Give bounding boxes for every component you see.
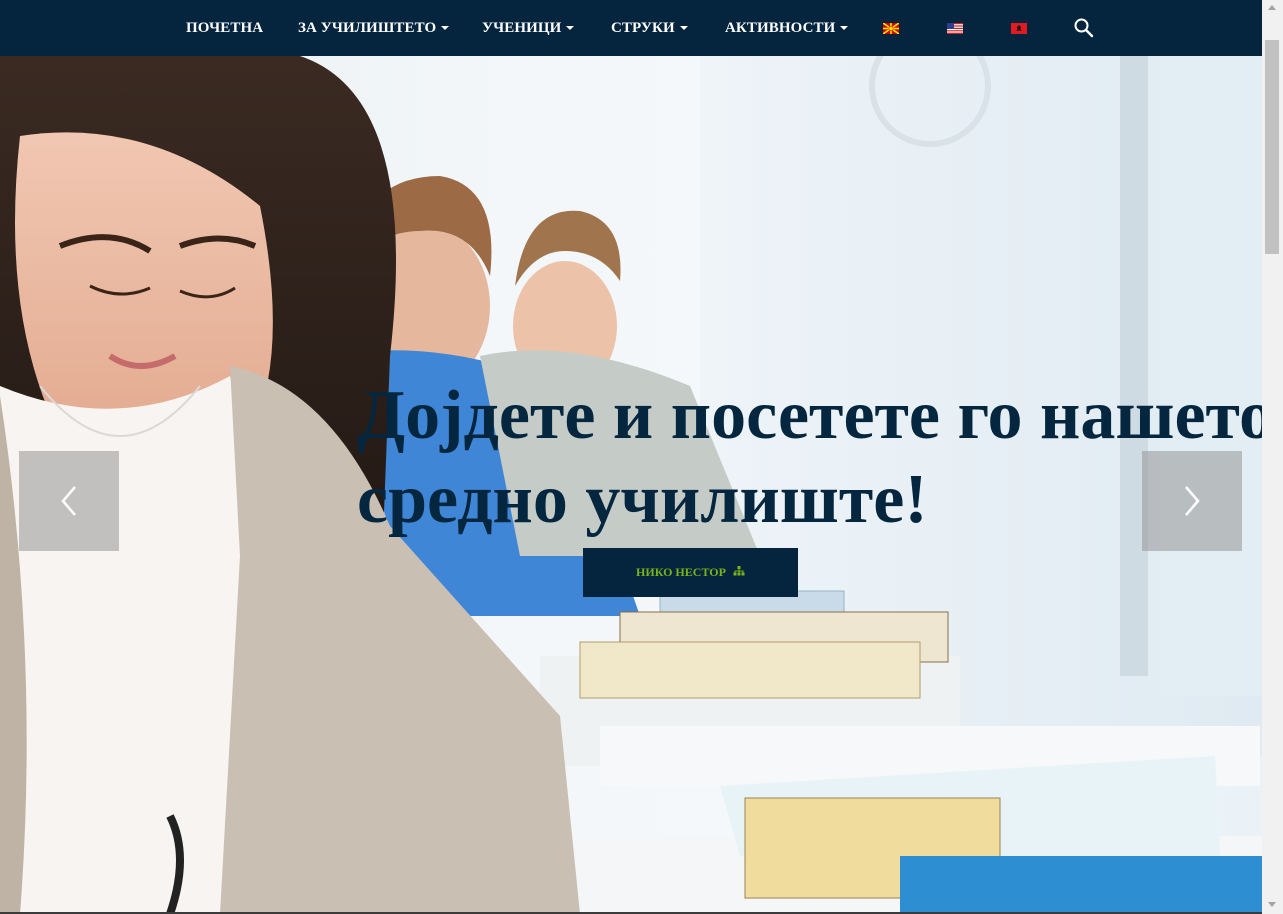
- slider-prev-button[interactable]: [19, 451, 119, 551]
- slide-title-line-2: средно училиште!: [357, 461, 928, 538]
- cta-label: НИКО НЕСТОР: [636, 565, 726, 579]
- nav-item-activities[interactable]: АКТИВНОСТИ: [725, 0, 849, 56]
- chevron-right-icon: [1185, 486, 1200, 516]
- nav-item-label: ЗА УЧИЛИШТЕТО: [298, 20, 437, 36]
- nav-item-students[interactable]: УЧЕНИЦИ: [482, 0, 575, 56]
- chevron-left-icon: [61, 486, 76, 516]
- nav-item-about-school[interactable]: ЗА УЧИЛИШТЕТО: [298, 0, 450, 56]
- caret-down-icon: [441, 25, 450, 30]
- sitemap-icon: [733, 548, 745, 597]
- nav-item-label: АКТИВНОСТИ: [725, 20, 836, 36]
- scroll-down-arrow-icon[interactable]: [1268, 902, 1276, 907]
- flag-macedonia-icon[interactable]: [883, 23, 899, 34]
- nav-item-professions[interactable]: СТРУКИ: [611, 0, 688, 56]
- flag-albania-icon[interactable]: [1011, 23, 1027, 34]
- flag-usa-icon[interactable]: [947, 23, 963, 34]
- hero-slider: Дојдете и посетете го нашето средно учил…: [0, 56, 1262, 914]
- nav-item-label: УЧЕНИЦИ: [482, 20, 562, 36]
- caret-down-icon: [679, 25, 688, 30]
- nav-item-label: ПОЧЕТНА: [186, 20, 264, 36]
- caret-down-icon: [566, 25, 575, 30]
- top-navbar: ПОЧЕТНА ЗА УЧИЛИШТЕТО УЧЕНИЦИ СТРУКИ АКТ…: [0, 0, 1262, 56]
- nav-item-label: СТРУКИ: [611, 20, 675, 36]
- scrollbar-thumb[interactable]: [1265, 40, 1279, 254]
- vertical-scrollbar[interactable]: [1262, 0, 1283, 914]
- slide-title: Дојдете и посетете го нашето средно учил…: [357, 374, 1262, 542]
- slider-next-button[interactable]: [1142, 451, 1242, 551]
- cta-button[interactable]: НИКО НЕСТОР: [583, 548, 798, 597]
- search-icon[interactable]: [1073, 17, 1095, 39]
- nav-item-home[interactable]: ПОЧЕТНА: [186, 0, 263, 56]
- caret-down-icon: [840, 25, 849, 30]
- slide-title-line-1: Дојдете и посетете го нашето: [357, 377, 1262, 454]
- scroll-up-arrow-icon[interactable]: [1268, 5, 1276, 10]
